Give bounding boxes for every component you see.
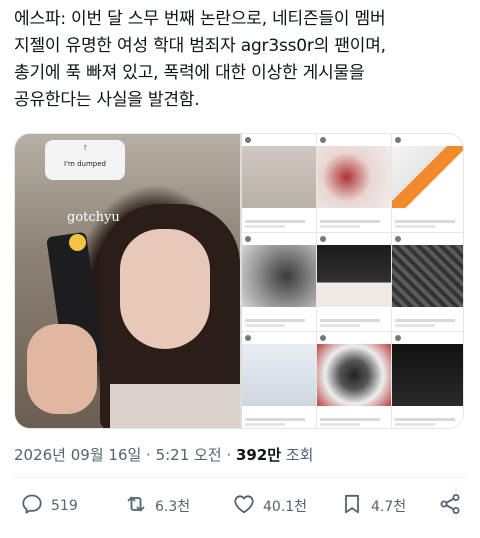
story-question-box: ? I'm dumped [45,140,125,180]
media-photo-left[interactable]: ? I'm dumped gotchyu [15,134,240,428]
caption-line [395,225,435,228]
caption-line [320,225,360,228]
caption-line [245,225,285,228]
grid-post-header [242,134,316,146]
avatar [395,236,401,242]
caption-line [320,319,380,322]
tweet-date: 2026년 09월 16일 · 5:21 오전 · [14,446,236,464]
sticker-text: gotchyu [67,210,120,225]
bookmark-button[interactable]: 4.7천 [340,494,406,518]
caption-line [395,324,435,327]
tweet-meta: 2026년 09월 16일 · 5:21 오전 · 392만 조회 [14,444,313,465]
tweet-line: 공유한다는 사실을 발견함. [14,90,200,110]
action-bar: 519 6.3천 40.1천 4.7천 [0,478,480,538]
avatar [245,335,251,341]
grid-post-image [242,146,316,208]
caption-line [245,423,285,426]
grid-post-header [242,332,316,344]
grid-post[interactable] [392,332,463,428]
grid-post[interactable] [317,233,391,331]
caption-line [395,423,435,426]
grid-post-header [392,332,463,344]
retweet-button[interactable]: 6.3천 [124,494,190,518]
reply-count: 519 [51,498,78,514]
grid-post-image [392,344,463,406]
grid-post[interactable] [317,332,391,428]
grid-post-header [392,233,463,245]
caption-line [245,220,305,223]
tweet-line: 지젤이 유명한 여성 학대 범죄자 agr3ss0r의 팬이며, [14,36,386,56]
heart-icon [232,492,256,520]
retweet-count: 6.3천 [155,499,191,515]
avatar [245,236,251,242]
grid-post[interactable] [392,134,463,232]
media-photo-grid[interactable] [242,134,463,428]
caption-line [320,418,380,421]
grid-post-header [317,233,391,245]
avatar [395,137,401,143]
photo-face [120,229,210,349]
grid-post[interactable] [317,134,391,232]
grid-post-header [317,134,391,146]
like-count: 40.1천 [263,499,308,515]
avatar [245,137,251,143]
grid-post-footer [392,406,463,428]
grid-post-header [242,233,316,245]
grid-post-footer [242,307,316,331]
tweet-line: 총기에 푹 빠져 있고, 폭력에 대한 이상한 게시물을 [14,63,365,83]
grid-post-footer [392,307,463,331]
grid-post-image [242,344,316,406]
caption-line [245,324,285,327]
grid-post-header [392,134,463,146]
emoji-icon [69,234,86,251]
like-button[interactable]: 40.1천 [232,494,307,518]
share-icon [438,492,462,520]
grid-post[interactable] [242,332,316,428]
grid-post-image [392,245,463,307]
grid-post-footer [392,208,463,232]
bookmark-icon [340,492,364,520]
grid-post-image [317,344,391,406]
grid-post-footer [317,307,391,331]
grid-post-footer [242,406,316,428]
avatar [320,236,326,242]
reply-icon [20,492,44,520]
caption-line [320,423,360,426]
grid-post-image [317,146,391,208]
view-count[interactable]: 392만 [236,446,281,464]
grid-post[interactable] [242,233,316,331]
grid-post-footer [317,406,391,428]
avatar [320,137,326,143]
reply-button[interactable]: 519 [20,494,78,518]
caption-line [395,319,455,322]
story-text: I'm dumped [64,160,106,168]
bookmark-count: 4.7천 [371,499,407,515]
avatar [395,335,401,341]
view-label: 조회 [281,446,314,464]
tweet-media[interactable]: ? I'm dumped gotchyu [14,133,464,429]
avatar [320,335,326,341]
grid-post-image [392,146,463,208]
share-button[interactable] [438,494,462,518]
grid-post-footer [317,208,391,232]
grid-post-header [317,332,391,344]
caption-line [395,418,455,421]
grid-post[interactable] [242,134,316,232]
caption-line [395,220,455,223]
tweet-line: 에스파: 이번 달 스무 번째 논란으로, 네티즌들이 멤버 [14,9,386,29]
caption-line [245,319,305,322]
caption-line [245,418,305,421]
photo-hand [27,324,97,414]
retweet-icon [124,492,148,520]
tweet-text: 에스파: 이번 달 스무 번째 논란으로, 네티즌들이 멤버 지젤이 유명한 여… [14,6,470,114]
grid-post[interactable] [392,233,463,331]
photo-garment [110,384,240,428]
caption-line [320,220,380,223]
story-question: ? [83,144,87,152]
caption-line [320,324,360,327]
grid-post-footer [242,208,316,232]
grid-post-image [242,245,316,307]
grid-post-image [317,245,391,307]
